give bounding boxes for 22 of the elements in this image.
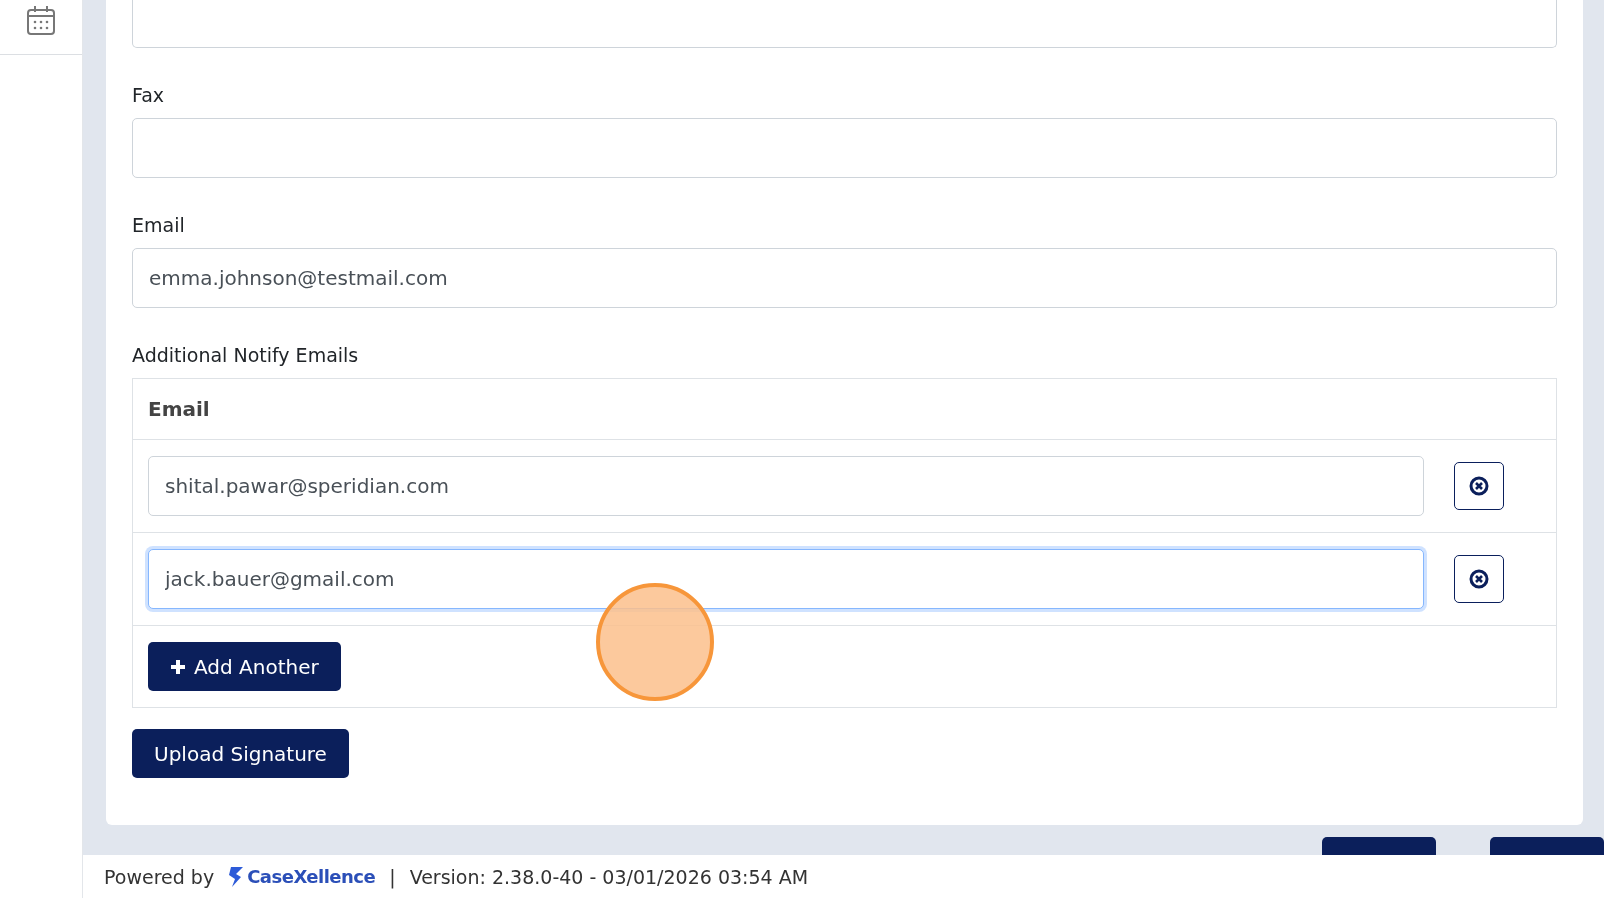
- column-header: Email: [133, 379, 1556, 440]
- field-label: Fax: [132, 84, 166, 106]
- remove-button[interactable]: [1454, 555, 1504, 603]
- powered-by-text: Powered by: [104, 865, 215, 888]
- email-field[interactable]: jack.bauer@gmail.com: [148, 549, 1424, 609]
- add-another-button[interactable]: Add Another: [148, 642, 341, 691]
- upload-signature-button[interactable]: Upload Signature: [132, 729, 349, 778]
- email-field[interactable]: shital.pawar@speridian.com: [148, 456, 1424, 516]
- close-icon: [1469, 569, 1489, 589]
- remove-button[interactable]: [1454, 462, 1504, 510]
- section-label: Additional Notify Emails: [132, 344, 360, 366]
- input-field[interactable]: [132, 0, 1557, 48]
- version-text: Version: 2.38.0-40 - 03/01/2026 03:54 AM: [409, 865, 809, 888]
- calendar-icon[interactable]: [26, 4, 56, 36]
- input-field[interactable]: [132, 118, 1557, 178]
- plus-icon: [170, 658, 186, 675]
- input-field[interactable]: emma.johnson@testmail.com: [132, 248, 1557, 308]
- close-icon: [1469, 476, 1489, 496]
- brand-name: CaseXellence: [247, 866, 376, 887]
- logo-icon: [228, 866, 245, 887]
- separator-text: |: [389, 865, 396, 888]
- field-label: Email: [132, 214, 186, 236]
